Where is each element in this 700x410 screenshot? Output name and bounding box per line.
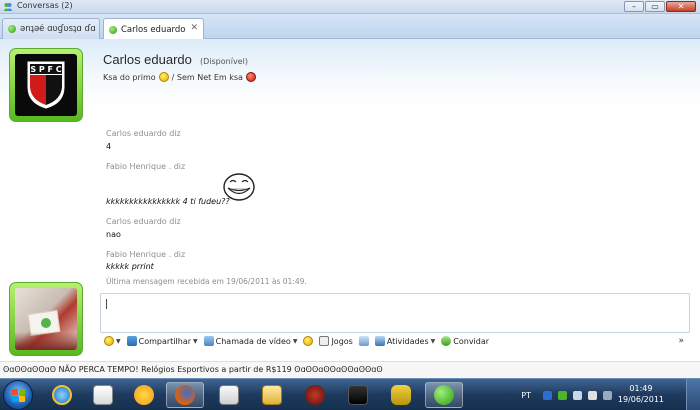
activities-icon	[374, 336, 385, 346]
online-status-icon	[8, 25, 16, 33]
contact-avatar[interactable]: S P F C	[9, 48, 83, 122]
show-desktop-button[interactable]	[686, 379, 700, 410]
tab-close-icon[interactable]: ✕	[190, 23, 198, 33]
message-sender: Carlos eduardo diz	[106, 217, 181, 226]
games-icon	[319, 336, 330, 346]
taskbar-calculator[interactable]	[210, 382, 248, 408]
nudge-icon	[303, 336, 314, 346]
tray-network-icon[interactable]	[573, 390, 582, 400]
taskbar-internet-explorer[interactable]	[43, 382, 81, 408]
minimize-button[interactable]: –	[624, 1, 644, 12]
games-button[interactable]: Jogos	[319, 336, 353, 346]
tab-label: Carlos eduardo	[121, 24, 186, 35]
system-clock[interactable]: 01:49 19/06/2011	[618, 383, 664, 405]
racing-game-icon	[348, 385, 368, 405]
calculator-icon	[219, 385, 239, 405]
windows-logo-icon	[12, 389, 25, 402]
message-sender: Fabio Henrique . diz	[106, 250, 186, 259]
conversation-tabs: ənʇəé ɑʋɠʋsʇɑ ɗɑ cu... Carlos eduardo ✕	[0, 14, 700, 40]
taskbar-game-db[interactable]	[296, 382, 334, 408]
message-text: 4	[106, 142, 112, 151]
folder-icon	[262, 385, 282, 405]
windows-taskbar: PT 01:49 19/06/2011	[0, 378, 700, 410]
nudge-button[interactable]	[303, 336, 314, 346]
tab-conversation-carlos[interactable]: Carlos eduardo ✕	[103, 18, 204, 40]
activities-button[interactable]: Atividades ▼	[374, 336, 435, 346]
clock-time: 01:49	[629, 384, 653, 393]
taskbar-nfs[interactable]	[339, 382, 377, 408]
taskbar-explorer[interactable]	[253, 382, 291, 408]
taskbar-car-game[interactable]	[382, 382, 420, 408]
internet-explorer-icon	[52, 385, 72, 405]
contact-status: (Disponível)	[200, 57, 248, 66]
troll-face-icon	[223, 173, 255, 201]
system-tray: PT	[521, 379, 612, 410]
spfc-logo-icon: S P F C	[27, 61, 65, 109]
message-sender: Fabio Henrique . diz	[106, 162, 186, 171]
media-player-icon	[93, 385, 113, 405]
last-message-info: Última mensagem recebida em 19/06/2011 à…	[106, 277, 307, 286]
voice-clip-icon	[358, 336, 369, 346]
message-sender: Carlos eduardo diz	[106, 129, 181, 138]
taskbar-firefox[interactable]	[166, 382, 204, 408]
message-text: kkkkkkkkkkkkkkkk 4 ti fudeu??	[106, 197, 230, 206]
invite-contact-icon	[441, 336, 452, 346]
window-titlebar: Conversas (2) – ▭ ✕	[0, 0, 700, 14]
firefox-icon	[175, 385, 195, 405]
taskbar-media-player[interactable]	[84, 382, 122, 408]
messenger-icon	[434, 385, 454, 405]
taskbar-messenger[interactable]	[425, 382, 463, 408]
my-avatar[interactable]	[9, 282, 83, 356]
taskbar-sun-app[interactable]	[125, 382, 163, 408]
voice-clip-button[interactable]	[358, 336, 369, 346]
tray-volume-icon[interactable]	[588, 390, 597, 400]
personal-message-text: Ksa do primo	[103, 72, 156, 82]
advertisement-bar[interactable]: ʘɑʘʘɑʘʘɑʘ NÃO PERCA TEMPO! Relógios Espo…	[0, 361, 700, 378]
clock-date: 19/06/2011	[617, 395, 664, 404]
tray-flag-icon[interactable]	[603, 390, 612, 400]
tray-arrow-icon[interactable]	[543, 390, 552, 400]
message-text: nao	[106, 230, 121, 239]
personal-message-text-2: / Sem Net Em ksa	[171, 72, 243, 82]
tab-label: ənʇəé ɑʋɠʋsʇɑ ɗɑ cu...	[20, 24, 99, 34]
window-title: Conversas (2)	[17, 1, 73, 10]
message-input[interactable]	[100, 293, 690, 333]
online-status-icon	[109, 25, 117, 34]
angry-emoticon-icon	[245, 72, 256, 82]
conversation-pane: S P F C Carlos eduardo (Disponível) Ksa …	[0, 39, 700, 361]
contact-name: Carlos eduardo	[103, 52, 192, 67]
emoticon-menu-button[interactable]: ▼	[104, 336, 121, 346]
car-icon	[391, 385, 411, 405]
maximize-button[interactable]: ▭	[645, 1, 665, 12]
tab-conversation-1[interactable]: ənʇəé ɑʋɠʋsʇɑ ɗɑ cu...	[2, 18, 100, 39]
contact-personal-message: Ksa do primo / Sem Net Em ksa	[103, 72, 256, 82]
more-options-button[interactable]: »	[678, 336, 684, 346]
smile-emoticon-icon	[158, 72, 169, 82]
invite-button[interactable]: Convidar	[441, 336, 489, 346]
tray-messenger-icon[interactable]	[558, 390, 567, 400]
smile-emoticon-icon	[104, 336, 114, 346]
svg-text:S P F C: S P F C	[30, 65, 61, 74]
start-button[interactable]	[3, 380, 33, 410]
sun-icon	[134, 385, 154, 405]
language-indicator[interactable]: PT	[521, 391, 531, 400]
share-button[interactable]: Compartilhar ▼	[126, 336, 198, 346]
game-icon	[305, 385, 325, 405]
message-text: kkkkk prrint	[106, 262, 154, 271]
video-camera-icon	[203, 336, 214, 346]
video-call-button[interactable]: Chamada de vídeo ▼	[203, 336, 297, 346]
conversation-toolbar: ▼ Compartilhar ▼ Chamada de vídeo ▼ Jogos …	[104, 333, 690, 349]
close-button[interactable]: ✕	[666, 1, 696, 12]
messenger-icon	[3, 3, 13, 11]
share-icon	[126, 336, 137, 346]
